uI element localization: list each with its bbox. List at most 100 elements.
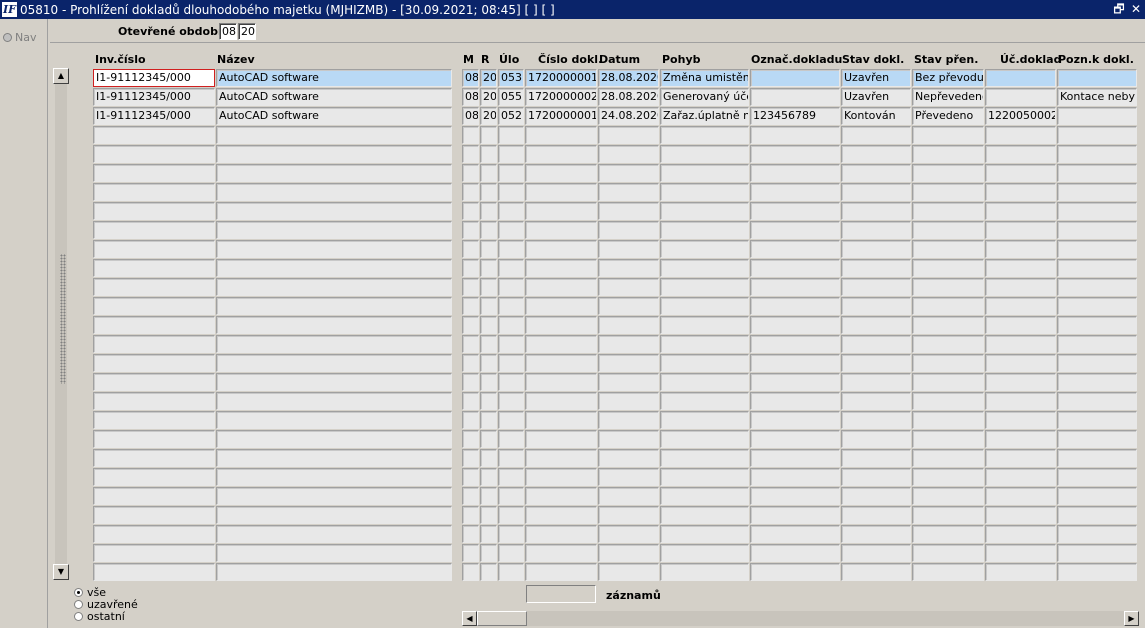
cell-oznac-dokladu[interactable] xyxy=(750,563,840,581)
cell-pohyb[interactable] xyxy=(660,164,749,182)
cell-m[interactable] xyxy=(462,297,479,315)
cell-nazev[interactable] xyxy=(216,449,452,467)
cell-pozn-k-dokl[interactable] xyxy=(1057,392,1137,410)
cell-oznac-dokladu[interactable] xyxy=(750,126,840,144)
scroll-left-icon[interactable]: ◀ xyxy=(462,611,477,626)
cell-datum[interactable] xyxy=(598,563,659,581)
cell-stav-pren[interactable] xyxy=(912,354,984,372)
cell-inv-cislo[interactable] xyxy=(93,202,215,220)
cell-oznac-dokladu[interactable] xyxy=(750,525,840,543)
cell-ulo[interactable]: 053 xyxy=(498,69,524,87)
cell-uc-doklad[interactable] xyxy=(985,354,1056,372)
cell-pohyb[interactable] xyxy=(660,373,749,391)
cell-datum[interactable] xyxy=(598,373,659,391)
cell-m[interactable] xyxy=(462,392,479,410)
cell-r[interactable] xyxy=(480,316,497,334)
cell-inv-cislo[interactable]: I1-91112345/000 xyxy=(93,107,215,125)
cell-stav-pren[interactable] xyxy=(912,544,984,562)
cell-stav-pren[interactable] xyxy=(912,411,984,429)
cell-uc-doklad[interactable] xyxy=(985,373,1056,391)
cell-stav-dokl[interactable] xyxy=(841,316,911,334)
cell-m[interactable] xyxy=(462,544,479,562)
cell-cislo-dokl[interactable] xyxy=(525,392,597,410)
cell-nazev[interactable] xyxy=(216,487,452,505)
cell-uc-doklad[interactable] xyxy=(985,392,1056,410)
cell-oznac-dokladu[interactable] xyxy=(750,430,840,448)
cell-cislo-dokl[interactable]: 1720000002 xyxy=(525,88,597,106)
cell-datum[interactable] xyxy=(598,392,659,410)
cell-r[interactable] xyxy=(480,525,497,543)
cell-ulo[interactable] xyxy=(498,544,524,562)
cell-r[interactable] xyxy=(480,145,497,163)
cell-r[interactable] xyxy=(480,449,497,467)
cell-ulo[interactable] xyxy=(498,316,524,334)
cell-oznac-dokladu[interactable] xyxy=(750,506,840,524)
cell-oznac-dokladu[interactable] xyxy=(750,544,840,562)
cell-stav-dokl[interactable] xyxy=(841,449,911,467)
cell-stav-pren[interactable] xyxy=(912,563,984,581)
cell-datum[interactable] xyxy=(598,297,659,315)
cell-pozn-k-dokl[interactable] xyxy=(1057,221,1137,239)
cell-stav-dokl[interactable]: Uzavřen xyxy=(841,69,911,87)
cell-datum[interactable] xyxy=(598,145,659,163)
cell-inv-cislo[interactable] xyxy=(93,145,215,163)
filter-option-all[interactable]: vše xyxy=(74,586,138,599)
cell-nazev[interactable] xyxy=(216,468,452,486)
cell-cislo-dokl[interactable] xyxy=(525,449,597,467)
cell-cislo-dokl[interactable] xyxy=(525,373,597,391)
cell-uc-doklad[interactable] xyxy=(985,278,1056,296)
cell-cislo-dokl[interactable] xyxy=(525,259,597,277)
cell-pozn-k-dokl[interactable] xyxy=(1057,449,1137,467)
radio-icon[interactable] xyxy=(74,599,83,609)
cell-pohyb[interactable] xyxy=(660,411,749,429)
cell-uc-doklad[interactable] xyxy=(985,316,1056,334)
cell-inv-cislo[interactable] xyxy=(93,221,215,239)
cell-pohyb[interactable] xyxy=(660,202,749,220)
cell-stav-pren[interactable] xyxy=(912,164,984,182)
cell-inv-cislo[interactable] xyxy=(93,525,215,543)
cell-ulo[interactable] xyxy=(498,487,524,505)
cell-cislo-dokl[interactable] xyxy=(525,468,597,486)
cell-stav-dokl[interactable] xyxy=(841,373,911,391)
cell-ulo[interactable] xyxy=(498,449,524,467)
cell-m[interactable] xyxy=(462,525,479,543)
cell-m[interactable]: 08 xyxy=(462,69,479,87)
cell-cislo-dokl[interactable] xyxy=(525,183,597,201)
cell-ulo[interactable] xyxy=(498,221,524,239)
cell-stav-pren[interactable] xyxy=(912,316,984,334)
cell-nazev[interactable]: AutoCAD software xyxy=(216,88,452,106)
cell-r[interactable] xyxy=(480,126,497,144)
scroll-up-icon[interactable]: ▲ xyxy=(53,68,69,84)
cell-stav-pren[interactable] xyxy=(912,240,984,258)
cell-nazev[interactable] xyxy=(216,278,452,296)
cell-uc-doklad[interactable] xyxy=(985,145,1056,163)
cell-inv-cislo[interactable] xyxy=(93,430,215,448)
cell-r[interactable] xyxy=(480,506,497,524)
cell-pohyb[interactable] xyxy=(660,449,749,467)
scroll-right-icon[interactable]: ▶ xyxy=(1124,611,1139,626)
cell-datum[interactable] xyxy=(598,468,659,486)
cell-pozn-k-dokl[interactable] xyxy=(1057,373,1137,391)
cell-stav-dokl[interactable] xyxy=(841,430,911,448)
cell-pozn-k-dokl[interactable] xyxy=(1057,563,1137,581)
cell-nazev[interactable] xyxy=(216,240,452,258)
cell-datum[interactable] xyxy=(598,354,659,372)
cell-pozn-k-dokl[interactable] xyxy=(1057,164,1137,182)
cell-datum[interactable] xyxy=(598,430,659,448)
cell-ulo[interactable] xyxy=(498,202,524,220)
cell-pozn-k-dokl[interactable] xyxy=(1057,525,1137,543)
cell-uc-doklad[interactable] xyxy=(985,487,1056,505)
cell-uc-doklad[interactable] xyxy=(985,240,1056,258)
cell-uc-doklad[interactable] xyxy=(985,297,1056,315)
cell-stav-pren[interactable] xyxy=(912,525,984,543)
cell-uc-doklad[interactable] xyxy=(985,430,1056,448)
cell-oznac-dokladu[interactable] xyxy=(750,183,840,201)
cell-stav-dokl[interactable] xyxy=(841,126,911,144)
filter-option-closed[interactable]: uzavřené xyxy=(74,598,138,611)
cell-r[interactable] xyxy=(480,278,497,296)
cell-pohyb[interactable] xyxy=(660,430,749,448)
cell-m[interactable] xyxy=(462,126,479,144)
cell-stav-pren[interactable] xyxy=(912,145,984,163)
cell-m[interactable] xyxy=(462,221,479,239)
cell-r[interactable] xyxy=(480,392,497,410)
